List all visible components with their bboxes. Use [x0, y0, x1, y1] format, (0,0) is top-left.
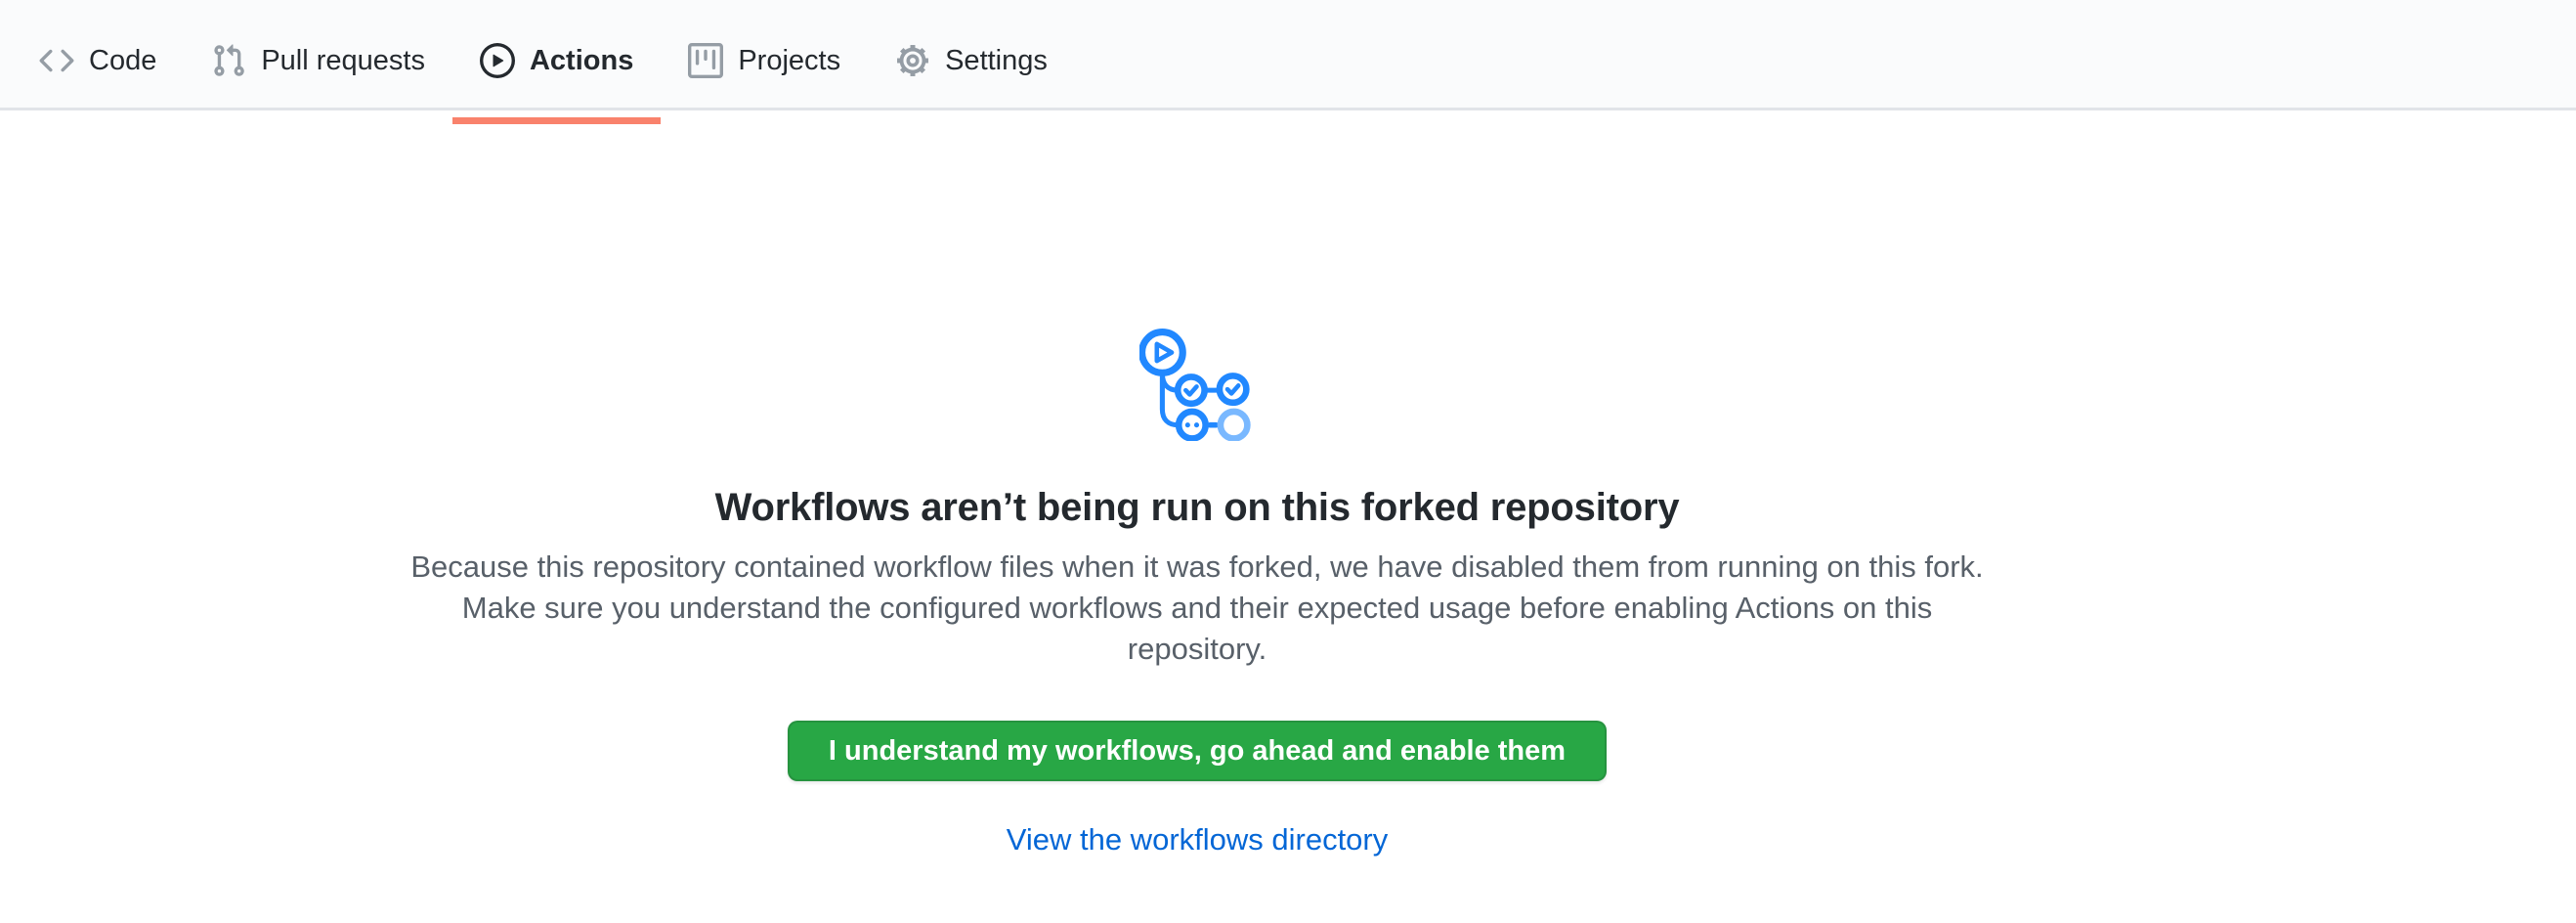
tab-settings-label: Settings: [945, 47, 1048, 75]
tab-actions[interactable]: Actions: [452, 14, 661, 108]
repo-tab-bar: Code Pull requests Actions Projects: [0, 0, 2576, 110]
enable-workflows-button[interactable]: I understand my workflows, go ahead and …: [788, 721, 1607, 781]
gear-icon: [895, 43, 930, 78]
tab-pull-requests[interactable]: Pull requests: [184, 14, 452, 108]
actions-blankslate: Workflows aren’t being run on this forke…: [0, 326, 2394, 857]
tab-projects-label: Projects: [738, 47, 840, 75]
tab-settings[interactable]: Settings: [868, 14, 1075, 108]
workflow-graph-icon: [0, 326, 2394, 441]
play-icon: [480, 43, 515, 78]
tab-actions-label: Actions: [530, 47, 633, 75]
tab-code-label: Code: [89, 47, 156, 75]
tab-code[interactable]: Code: [12, 14, 184, 108]
tab-pull-requests-label: Pull requests: [261, 47, 425, 75]
git-pull-request-icon: [211, 43, 246, 78]
project-icon: [688, 43, 723, 78]
tab-projects[interactable]: Projects: [661, 14, 868, 108]
view-workflows-directory-link[interactable]: View the workflows directory: [1007, 822, 1389, 857]
blankslate-title: Workflows aren’t being run on this forke…: [0, 486, 2394, 530]
blankslate-description: Because this repository contained workfl…: [391, 547, 2003, 670]
code-icon: [39, 43, 74, 78]
